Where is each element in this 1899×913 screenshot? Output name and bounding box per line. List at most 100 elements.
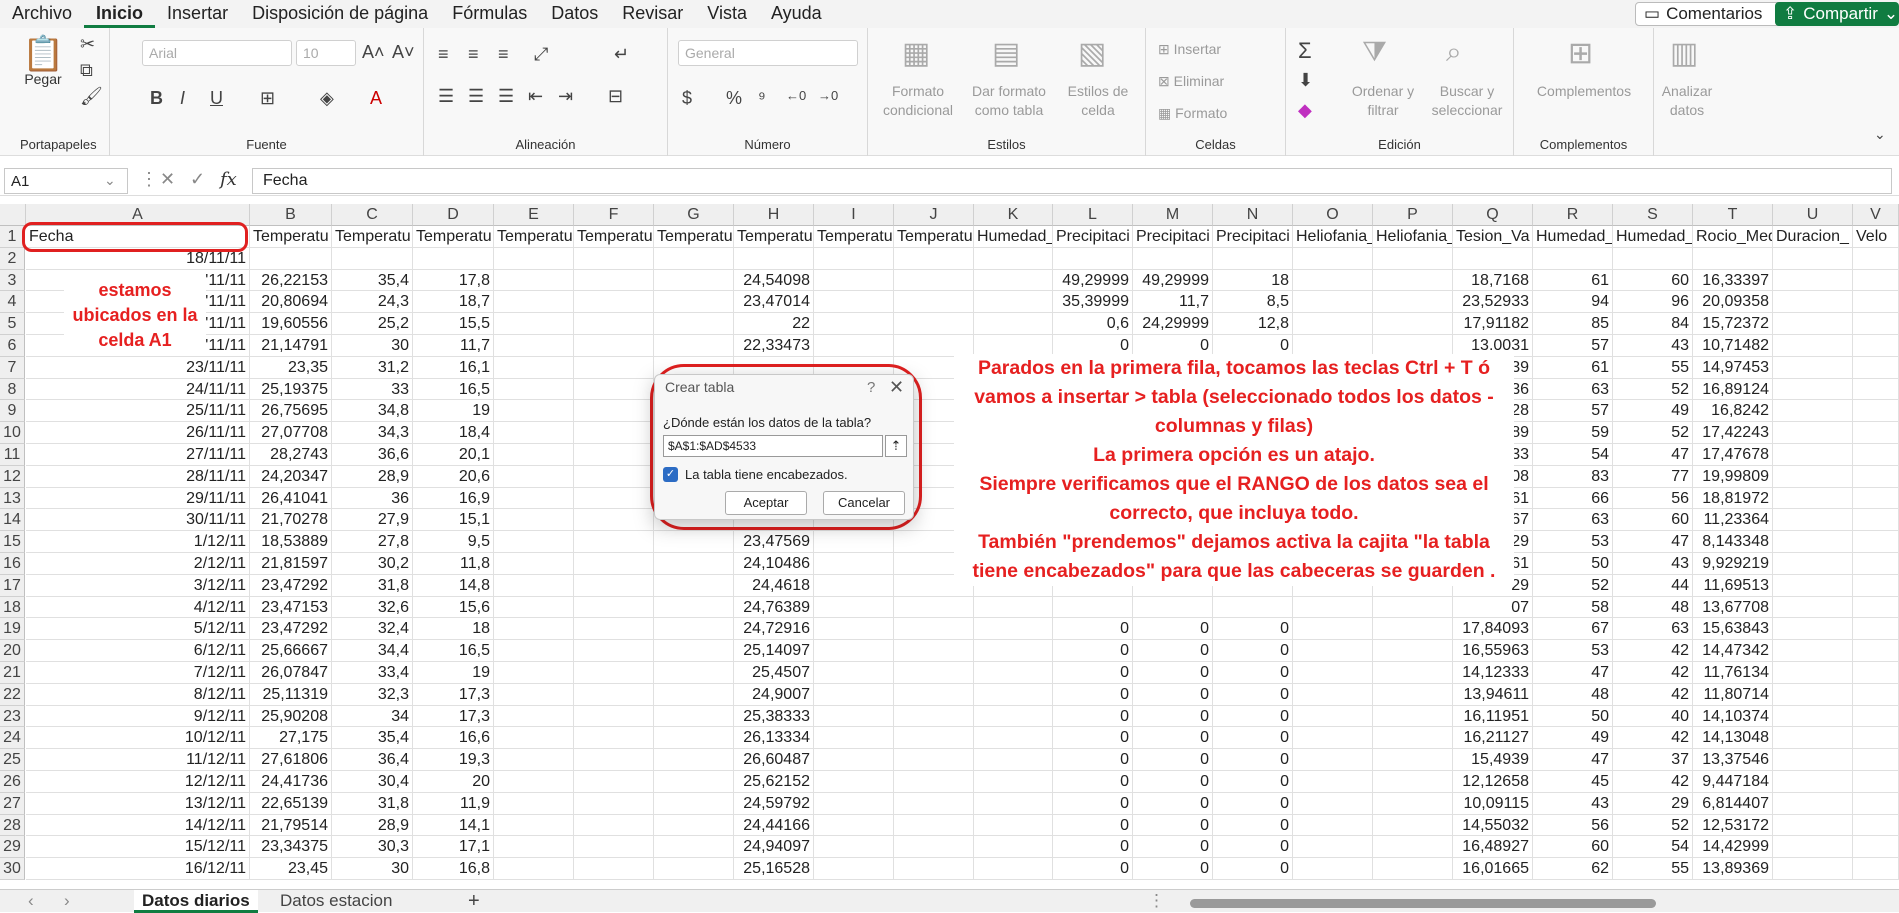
format-as-table-button[interactable]: Dar formato como tabla [964,82,1054,120]
header-cell[interactable]: Temperatu [250,226,332,248]
table-cell[interactable]: 52 [1613,814,1693,837]
table-cell[interactable]: 26,60487 [734,749,814,771]
table-cell[interactable]: 29/11/11 [26,487,250,510]
table-cell[interactable] [1373,596,1453,619]
table-cell[interactable]: 27,61806 [250,749,332,771]
header-cell[interactable]: Temperatu [494,226,574,248]
borders-icon[interactable]: ⊞ [260,88,275,109]
table-cell[interactable]: 17,84093 [1453,618,1533,641]
table-cell[interactable]: 15/12/11 [26,836,250,859]
row-header[interactable]: 8 [0,378,25,401]
table-cell[interactable]: 63 [1613,618,1693,641]
table-cell[interactable] [1293,749,1373,771]
header-cell[interactable]: Temperatu [413,226,494,248]
row-header[interactable]: 15 [0,531,25,553]
row-header[interactable]: 13 [0,487,25,510]
table-cell[interactable] [814,291,894,314]
table-cell[interactable] [1853,749,1899,771]
table-cell[interactable] [1293,662,1373,684]
table-cell[interactable] [1373,814,1453,837]
table-cell[interactable]: 48 [1533,683,1613,706]
table-cell[interactable] [1373,858,1453,880]
table-cell[interactable] [1773,313,1853,335]
table-cell[interactable] [574,662,654,684]
column-header-J[interactable]: J [894,204,974,226]
table-cell[interactable]: 35,4 [332,727,413,750]
table-cell[interactable]: 16,8 [413,858,494,880]
table-cell[interactable]: 23,34375 [250,836,332,859]
table-cell[interactable] [574,749,654,771]
table-cell[interactable] [574,444,654,466]
table-cell[interactable] [494,836,574,859]
table-cell[interactable]: 15,72372 [1693,313,1773,335]
row-header[interactable]: 3 [0,269,25,292]
table-cell[interactable] [574,487,654,510]
table-cell[interactable]: 19 [413,662,494,684]
table-cell[interactable] [894,247,974,270]
table-cell[interactable] [1373,662,1453,684]
table-cell[interactable]: 96 [1613,291,1693,314]
column-header-D[interactable]: D [413,204,494,226]
table-cell[interactable] [654,749,734,771]
table-cell[interactable]: 14/12/11 [26,814,250,837]
table-cell[interactable]: 60 [1613,269,1693,292]
table-cell[interactable]: 47 [1613,444,1693,466]
table-cell[interactable]: 59 [1533,422,1613,444]
table-cell[interactable]: 33 [332,378,413,401]
table-cell[interactable] [654,836,734,859]
thousands-icon[interactable]: ⁹ [758,88,766,109]
table-cell[interactable] [574,313,654,335]
table-cell[interactable]: 36 [332,487,413,510]
table-cell[interactable]: 16,21127 [1453,727,1533,750]
table-cell[interactable] [894,705,974,728]
table-cell[interactable] [974,640,1053,662]
header-cell[interactable]: Temperatu [894,226,974,248]
accept-button[interactable]: Aceptar [725,491,807,515]
table-cell[interactable] [574,335,654,357]
table-cell[interactable]: 37 [1613,749,1693,771]
header-cell[interactable]: Humedad_ [974,226,1053,248]
table-cell[interactable]: 0 [1133,640,1213,662]
table-cell[interactable]: 17,42243 [1693,422,1773,444]
table-cell[interactable]: 17,91182 [1453,313,1533,335]
header-cell[interactable]: Temperatu [814,226,894,248]
table-cell[interactable] [654,640,734,662]
table-cell[interactable]: 20 [413,771,494,793]
header-cell[interactable]: Heliofania_ [1373,226,1453,248]
header-cell[interactable]: Duracion_ [1773,226,1853,248]
table-cell[interactable]: 77 [1613,465,1693,488]
table-cell[interactable] [814,749,894,771]
header-cell[interactable]: Temperatu [734,226,814,248]
table-cell[interactable] [574,531,654,553]
column-header-C[interactable]: C [332,204,413,226]
conditional-format-button[interactable]: Formato condicional [872,82,964,120]
row-header[interactable]: 23 [0,705,25,728]
table-cell[interactable]: 36,4 [332,749,413,771]
table-cell[interactable]: 0 [1133,836,1213,859]
table-cell[interactable]: 55 [1613,858,1693,880]
table-cell[interactable] [814,683,894,706]
table-cell[interactable] [1773,858,1853,880]
table-cell[interactable] [494,771,574,793]
table-cell[interactable]: 23,47569 [734,531,814,553]
table-cell[interactable] [1293,792,1373,815]
table-cell[interactable]: 6,814407 [1693,792,1773,815]
table-cell[interactable]: 13,94611 [1453,683,1533,706]
table-cell[interactable] [574,574,654,597]
row-header[interactable]: 7 [0,356,25,379]
clear-icon[interactable]: ◆ [1298,100,1312,121]
table-cell[interactable]: 13,67708 [1693,596,1773,619]
table-cell[interactable]: 44 [1613,574,1693,597]
table-cell[interactable] [974,596,1053,619]
table-cell[interactable]: 16,89124 [1693,378,1773,401]
table-cell[interactable] [494,400,574,423]
table-cell[interactable] [574,247,654,270]
table-cell[interactable] [1853,422,1899,444]
row-header[interactable]: 17 [0,574,25,597]
table-cell[interactable]: 22,65139 [250,792,332,815]
table-cell[interactable]: 23,35 [250,356,332,379]
table-cell[interactable]: 23,52933 [1453,291,1533,314]
table-cell[interactable]: 0 [1133,705,1213,728]
font-color-icon[interactable]: A [370,88,382,109]
table-cell[interactable]: 24,29999 [1133,313,1213,335]
